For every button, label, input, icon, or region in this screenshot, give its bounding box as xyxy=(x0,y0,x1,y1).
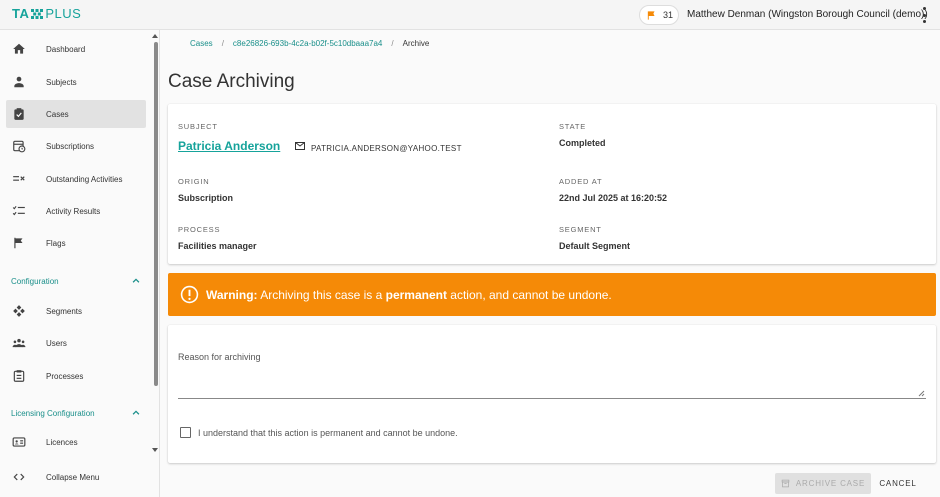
flag-icon xyxy=(14,237,23,249)
sidebar-scrollbar-thumb[interactable] xyxy=(154,42,158,386)
reason-label: Reason for archiving xyxy=(178,352,261,362)
user-name[interactable]: Matthew Denman (Wingston Borough Council… xyxy=(687,9,928,20)
list-check-icon xyxy=(12,205,25,216)
scroll-down-arrow[interactable] xyxy=(152,448,158,452)
section-heading: Configuration xyxy=(11,276,59,286)
sidebar-item-label: Dashboard xyxy=(46,44,86,54)
sidebar-item-outstanding-activities[interactable]: Outstanding Activities xyxy=(6,165,146,193)
more-options-icon[interactable] xyxy=(921,7,927,23)
sidebar-item-segments[interactable]: Segments xyxy=(6,297,146,325)
warning-text: Warning: Archiving this case is a perman… xyxy=(206,288,612,302)
top-bar: TA PLUS 31 Matthew Denman (Wingston Boro… xyxy=(0,0,940,30)
sidebar-item-label: Cases xyxy=(46,109,69,119)
warning-prefix: Warning: xyxy=(206,288,258,302)
breadcrumb: Cases / c8e26826-693b-4c2a-b02f-5c10dbaa… xyxy=(190,39,429,48)
page-title: Case Archiving xyxy=(168,71,295,92)
added-at-label: Added at xyxy=(559,177,603,186)
origin-label: Origin xyxy=(178,177,210,186)
subject-label: Subject xyxy=(178,122,218,131)
person-icon xyxy=(14,76,24,88)
logo-text-primary: TA xyxy=(12,6,30,21)
checklist-x-icon xyxy=(13,176,25,181)
origin-value: Subscription xyxy=(178,193,234,203)
sidebar-item-label: Subjects xyxy=(46,77,77,87)
added-at-value: 22nd Jul 2025 at 16:20:52 xyxy=(559,193,668,203)
breadcrumb-case-link[interactable]: c8e26826-693b-4c2a-b02f-5c10dbaaa7a4 xyxy=(233,39,382,48)
sidebar-item-label: Licences xyxy=(46,437,78,447)
case-details-card: Subject Patricia Anderson PATRICIA.ANDER… xyxy=(168,104,936,264)
sidebar-section-configuration[interactable]: Configuration xyxy=(11,276,141,286)
reason-textarea[interactable] xyxy=(178,365,926,399)
confirm-checkbox[interactable] xyxy=(180,427,191,438)
sidebar-collapse-menu[interactable]: Collapse Menu xyxy=(6,463,146,491)
sidebar-item-label: Collapse Menu xyxy=(46,472,100,482)
confirm-checkbox-label[interactable]: I understand that this action is permane… xyxy=(198,428,458,438)
sidebar: Dashboard Subjects Cases Subscriptions O… xyxy=(0,30,160,497)
sidebar-item-subjects[interactable]: Subjects xyxy=(6,68,146,96)
sidebar-item-subscriptions[interactable]: Subscriptions xyxy=(6,132,146,160)
resize-grip-icon[interactable] xyxy=(917,389,925,397)
sidebar-item-flags[interactable]: Flags xyxy=(6,229,146,257)
home-icon xyxy=(13,43,25,54)
sidebar-item-label: Flags xyxy=(46,238,66,248)
archive-form-card: Reason for archiving I understand that t… xyxy=(168,325,936,463)
sidebar-item-activity-results[interactable]: Activity Results xyxy=(6,197,146,225)
flag-icon xyxy=(647,10,655,20)
sidebar-item-cases[interactable]: Cases xyxy=(6,100,146,128)
sidebar-item-label: Segments xyxy=(46,306,83,316)
archive-case-label: ARCHIVE CASE xyxy=(795,479,866,488)
breadcrumb-cases-link[interactable]: Cases xyxy=(190,39,213,48)
process-icon xyxy=(13,370,25,382)
segment-label: Segment xyxy=(559,225,602,234)
permanent-action-warning: Warning: Archiving this case is a perman… xyxy=(168,273,936,316)
users-icon xyxy=(12,338,26,348)
warning-emphasis: permanent xyxy=(385,288,447,302)
sidebar-item-processes[interactable]: Processes xyxy=(6,362,146,390)
clipboard-icon xyxy=(14,108,24,120)
notification-count: 31 xyxy=(663,10,674,20)
segment-value: Default Segment xyxy=(559,241,631,251)
breadcrumb-separator: / xyxy=(221,39,224,48)
state-label: State xyxy=(559,122,587,131)
calendar-clock-icon xyxy=(13,140,26,153)
sidebar-item-label: Outstanding Activities xyxy=(46,174,123,184)
scroll-up-arrow[interactable] xyxy=(152,34,158,38)
segments-icon xyxy=(13,305,25,317)
warning-text-2: action, and cannot be undone. xyxy=(446,288,612,302)
sidebar-item-label: Subscriptions xyxy=(46,141,95,151)
app-logo[interactable]: TA PLUS xyxy=(12,6,81,21)
sidebar-item-label: Activity Results xyxy=(46,206,101,216)
chevron-up-icon xyxy=(132,278,140,283)
chevron-up-icon xyxy=(132,410,140,415)
collapse-arrows-icon xyxy=(13,473,25,481)
archive-icon xyxy=(781,479,790,488)
breadcrumb-separator: / xyxy=(391,39,394,48)
sidebar-item-dashboard[interactable]: Dashboard xyxy=(6,35,146,63)
logo-taxi-mark-icon xyxy=(31,8,44,19)
sidebar-item-licences[interactable]: Licences xyxy=(6,428,146,456)
mail-icon xyxy=(295,142,305,150)
sidebar-item-label: Processes xyxy=(46,371,84,381)
process-label: Process xyxy=(178,225,221,234)
flags-notification-button[interactable]: 31 xyxy=(639,5,679,25)
archive-case-button[interactable]: ARCHIVE CASE xyxy=(775,473,871,494)
subject-email: PATRICIA.ANDERSON@YAHOO.TEST xyxy=(311,144,462,153)
cancel-button[interactable]: CANCEL xyxy=(876,473,920,494)
logo-text-secondary: PLUS xyxy=(45,6,82,21)
subject-name-link[interactable]: Patricia Anderson xyxy=(178,139,280,153)
section-heading: Licensing Configuration xyxy=(11,408,95,418)
state-value: Completed xyxy=(559,138,606,148)
id-card-icon xyxy=(12,437,26,447)
sidebar-section-licensing-configuration[interactable]: Licensing Configuration xyxy=(11,408,141,418)
process-value: Facilities manager xyxy=(178,241,257,251)
warning-text-1: Archiving this case is a xyxy=(257,288,386,302)
sidebar-item-users[interactable]: Users xyxy=(6,329,146,357)
sidebar-item-label: Users xyxy=(46,338,67,348)
alert-circle-icon xyxy=(180,285,199,304)
breadcrumb-current: Archive xyxy=(402,39,430,48)
